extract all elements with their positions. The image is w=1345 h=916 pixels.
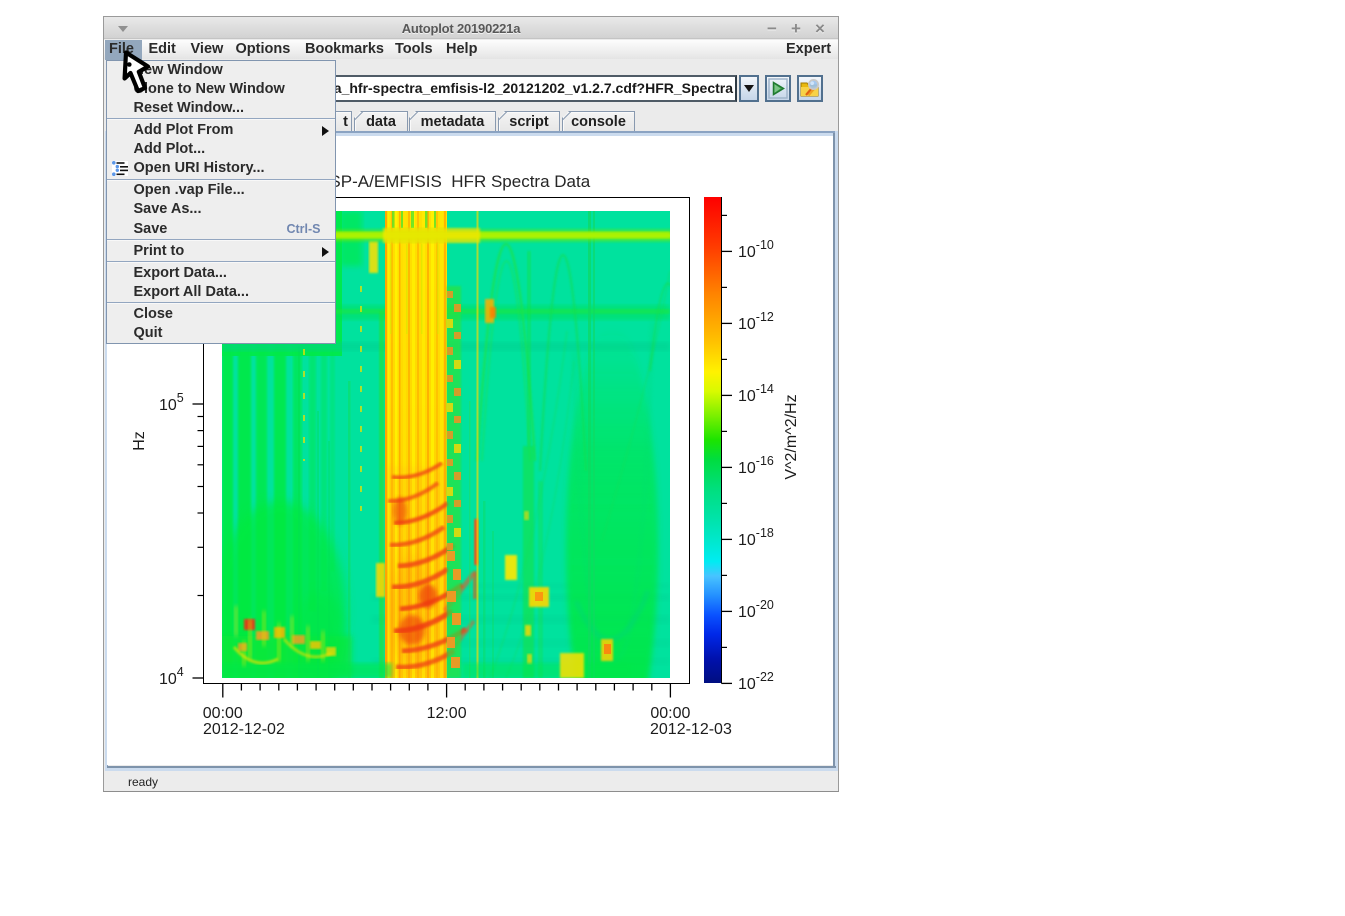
svg-text:2012-12-03: 2012-12-03	[650, 721, 732, 738]
svg-text:V^2/m^2/Hz: V^2/m^2/Hz	[783, 394, 800, 479]
svg-text:RBSP-A/EMFISIS HFR Spectra Da: RBSP-A/EMFISIS HFR Spectra Data	[306, 172, 591, 191]
svg-text:10-20: 10-20	[738, 598, 774, 621]
svg-text:10-14: 10-14	[738, 382, 774, 405]
svg-text:10-22: 10-22	[738, 670, 774, 693]
svg-text:Hz: Hz	[131, 431, 148, 451]
svg-text:104: 104	[159, 665, 184, 688]
svg-text:10-16: 10-16	[738, 454, 774, 477]
svg-text:10-10: 10-10	[738, 238, 774, 261]
svg-text:2012-12-02: 2012-12-02	[203, 721, 285, 738]
svg-text:105: 105	[159, 391, 184, 414]
svg-text:00:00: 00:00	[203, 705, 243, 722]
svg-text:00:00: 00:00	[650, 705, 690, 722]
svg-text:10-12: 10-12	[738, 310, 774, 333]
svg-text:10-18: 10-18	[738, 526, 774, 549]
svg-text:12:00: 12:00	[427, 705, 467, 722]
